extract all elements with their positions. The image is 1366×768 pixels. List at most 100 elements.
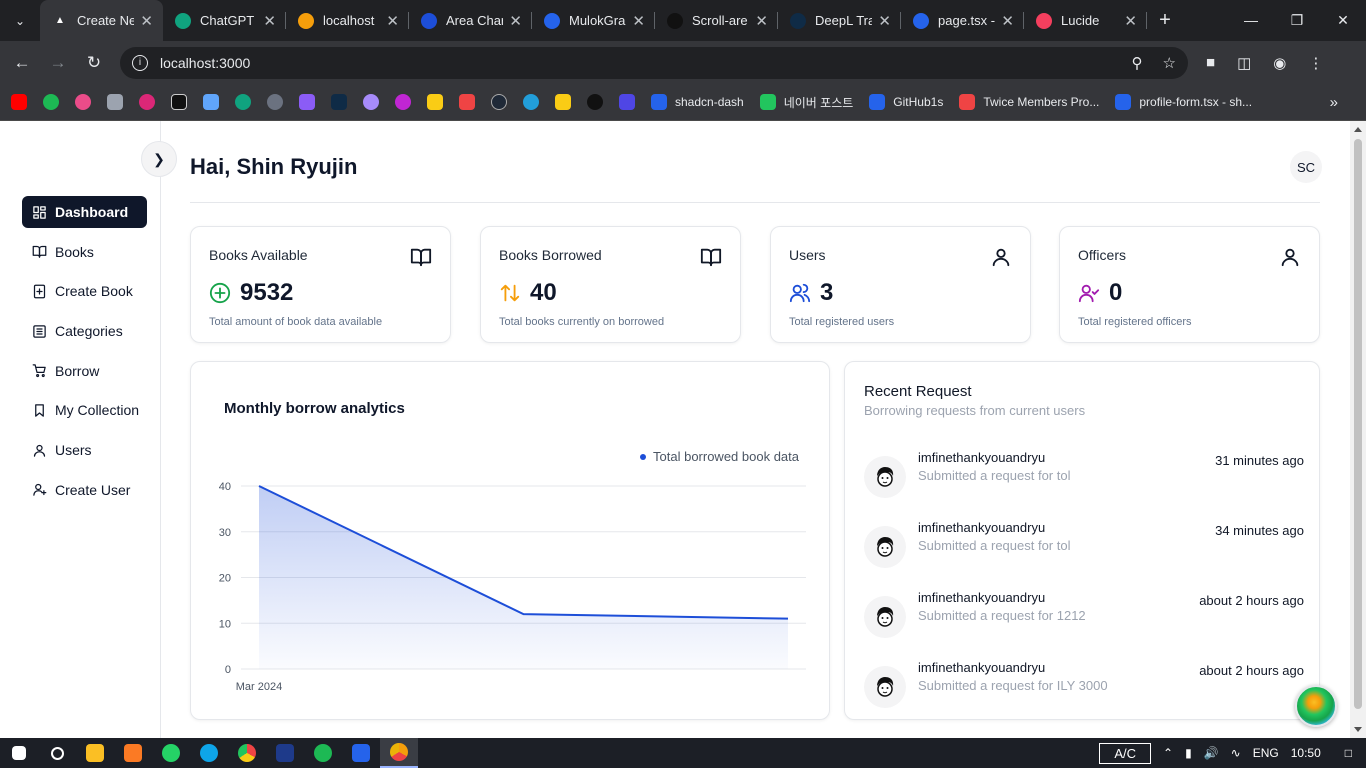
list-item[interactable]: imfinethankyouandryu Submitted a request… <box>864 590 1304 638</box>
tab-close-icon[interactable]: ✕ <box>755 12 768 30</box>
dribbble-bookmark-icon[interactable] <box>75 94 91 110</box>
bookmark-item[interactable]: Twice Members Pro... <box>959 94 1099 111</box>
browser-tab[interactable]: page.tsx - ✕ <box>901 0 1024 41</box>
browser-tab[interactable]: MulokGra ✕ <box>532 0 655 41</box>
vscode-icon[interactable] <box>342 738 380 768</box>
battery-icon[interactable]: ▮ <box>1185 746 1192 760</box>
tab-close-icon[interactable]: ✕ <box>509 12 522 30</box>
tab-close-icon[interactable]: ✕ <box>878 12 891 30</box>
forward-arrow-icon[interactable]: → <box>40 53 76 73</box>
browser-tab[interactable]: Area Char ✕ <box>409 0 532 41</box>
be-bookmark-icon[interactable] <box>427 94 443 110</box>
zoom-icon[interactable]: ⚲ <box>1132 54 1143 72</box>
dots-bookmark-icon[interactable] <box>267 94 283 110</box>
edge-icon[interactable] <box>190 738 228 768</box>
tray-chevron-icon[interactable]: ⌃ <box>1163 746 1173 760</box>
scroll-thumb[interactable] <box>1354 139 1362 709</box>
bookmark-item[interactable]: profile-form.tsx - sh... <box>1115 94 1252 111</box>
tab-close-icon[interactable]: ✕ <box>263 12 276 30</box>
ring-bookmark-icon[interactable] <box>395 94 411 110</box>
browser-tab[interactable]: ChatGPT ✕ <box>163 0 286 41</box>
remote-desktop-icon[interactable] <box>266 738 304 768</box>
bookmark-item[interactable]: shadcn-dash <box>651 94 744 111</box>
browser-tab[interactable]: ▲ Create Ne ✕ <box>40 0 163 41</box>
reload-icon[interactable]: ↻ <box>76 53 112 73</box>
youtube-bookmark-icon[interactable] <box>11 94 27 110</box>
clock[interactable]: 10:50 <box>1291 746 1321 760</box>
jc-bookmark-icon[interactable] <box>491 94 507 110</box>
record-bookmark-icon[interactable] <box>587 94 603 110</box>
bank-bookmark-icon[interactable] <box>619 94 635 110</box>
shortcuts-bookmark-icon[interactable] <box>299 94 315 110</box>
stat-card: Users 3 Total registered users <box>770 226 1031 343</box>
browser-tab[interactable]: Scroll-are ✕ <box>655 0 778 41</box>
avatar[interactable]: SC <box>1290 151 1322 183</box>
extensions-puzzle-icon[interactable]: ■ <box>1206 54 1215 72</box>
bookmark-star-icon[interactable]: ☆ <box>1163 54 1176 72</box>
scroll-up-arrow-icon[interactable] <box>1354 127 1362 132</box>
wifi-icon[interactable]: ∿ <box>1231 746 1241 760</box>
pattern-bookmark-icon[interactable] <box>107 94 123 110</box>
spotify-icon[interactable] <box>304 738 342 768</box>
telegram-bookmark-icon[interactable] <box>523 94 539 110</box>
chrome-dev-icon[interactable] <box>380 738 418 768</box>
back-arrow-icon[interactable]: ← <box>4 53 40 73</box>
deepl-bookmark-icon[interactable] <box>331 94 347 110</box>
sidebar-item-dashboard[interactable]: Dashboard <box>22 196 147 228</box>
file-explorer-icon[interactable] <box>76 738 114 768</box>
chrome-menu-icon[interactable]: ⋮ <box>1308 54 1323 72</box>
sidebar-item-borrow[interactable]: Borrow <box>22 355 147 387</box>
tab-close-icon[interactable]: ✕ <box>1001 12 1014 30</box>
list-item[interactable]: imfinethankyouandryu Submitted a request… <box>864 660 1304 708</box>
tab-close-icon[interactable]: ✕ <box>632 12 645 30</box>
tab-close-icon[interactable]: ✕ <box>140 12 153 30</box>
scroll-down-arrow-icon[interactable] <box>1354 727 1362 732</box>
minimize-icon[interactable]: — <box>1228 12 1274 29</box>
sidebar-item-users[interactable]: Users <box>22 434 147 466</box>
sidebar-item-my-collection[interactable]: My Collection <box>22 394 147 426</box>
oi-bookmark-icon[interactable] <box>555 94 571 110</box>
browser-tab[interactable]: Lucide ✕ <box>1024 0 1147 41</box>
restore-icon[interactable]: ❐ <box>1274 12 1320 29</box>
volume-icon[interactable]: 🔊 <box>1204 746 1219 760</box>
sidebar-item-books[interactable]: Books <box>22 236 147 268</box>
site-info-icon[interactable]: i <box>132 54 148 71</box>
notifications-icon[interactable]: □ <box>1345 746 1352 760</box>
list-item[interactable]: imfinethankyouandryu Submitted a request… <box>864 450 1304 498</box>
sidebar-item-create-book[interactable]: Create Book <box>22 275 147 307</box>
stripe-bookmark-icon[interactable] <box>459 94 475 110</box>
tab-close-icon[interactable]: ✕ <box>386 12 399 30</box>
bookmark-item[interactable]: 네이버 포스트 <box>759 94 853 111</box>
sidebar-item-create-user[interactable]: Create User <box>22 474 147 506</box>
ac-indicator[interactable]: A/C <box>1099 742 1152 764</box>
sidebar-toggle-chevron-right-icon[interactable]: ❯ <box>141 141 177 177</box>
search-icon[interactable] <box>38 738 76 768</box>
calendar-bookmark-icon[interactable] <box>139 94 155 110</box>
gemini-bookmark-icon[interactable] <box>203 94 219 110</box>
sidebar-item-categories[interactable]: Categories <box>22 315 147 347</box>
profile-avatar-icon[interactable]: ◉ <box>1273 54 1286 72</box>
chatgpt-bookmark-icon[interactable] <box>235 94 251 110</box>
browser-tab[interactable]: DeepL Tra ✕ <box>778 0 901 41</box>
side-panel-icon[interactable]: ◫ <box>1237 54 1251 72</box>
close-window-icon[interactable]: ✕ <box>1320 12 1366 29</box>
firefox-bookmark-icon[interactable] <box>363 94 379 110</box>
spotify-bookmark-icon[interactable] <box>43 94 59 110</box>
windows-start-icon[interactable] <box>0 738 38 768</box>
bookmark-item[interactable]: GitHub1s <box>869 94 943 111</box>
tab-favicon-icon <box>175 12 191 29</box>
whatsapp-icon[interactable] <box>152 738 190 768</box>
browser-tab[interactable]: localhost ✕ <box>286 0 409 41</box>
address-bar[interactable]: i localhost:3000 ⚲ ☆ <box>120 46 1188 79</box>
chrome-icon[interactable] <box>228 738 266 768</box>
bookmarks-overflow-icon[interactable]: » <box>1330 94 1338 111</box>
xampp-icon[interactable] <box>114 738 152 768</box>
language-indicator[interactable]: ENG <box>1253 746 1279 760</box>
tab-close-icon[interactable]: ✕ <box>1124 12 1137 30</box>
new-tab-plus-icon[interactable]: + <box>1147 9 1183 32</box>
floating-assistant-ball[interactable] <box>1295 685 1337 727</box>
app-bookmark-icon[interactable] <box>171 94 187 110</box>
page-scrollbar[interactable] <box>1350 121 1366 738</box>
tab-search-chevron-icon[interactable]: ⌄ <box>0 0 40 41</box>
list-item[interactable]: imfinethankyouandryu Submitted a request… <box>864 520 1304 568</box>
